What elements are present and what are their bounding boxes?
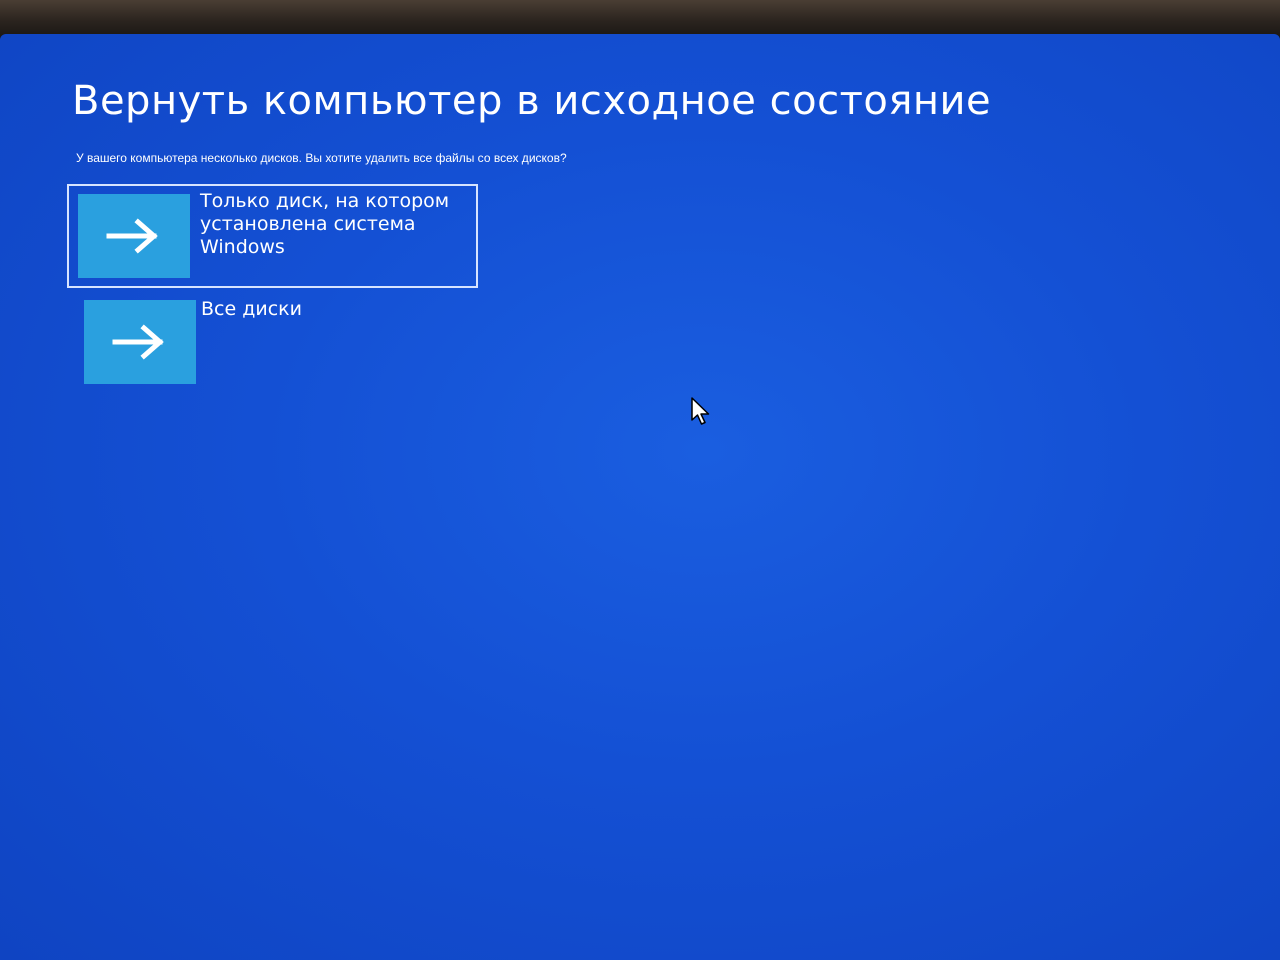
option-tile[interactable] [78,194,190,278]
option-windows-drive-only[interactable]: Только диск, на котором установлена сист… [67,184,478,288]
page-title: Вернуть компьютер в исходное состояние [72,78,992,124]
option-tile[interactable] [84,300,196,384]
page-subtitle: У вашего компьютера несколько дисков. Вы… [76,151,567,165]
option-all-drives[interactable]: Все диски [80,298,480,386]
arrow-right-icon [106,218,158,254]
monitor-bezel [0,0,1280,38]
reset-pc-screen: Вернуть компьютер в исходное состояние У… [0,34,1280,960]
arrow-right-icon [112,324,164,360]
option-label: Все диски [201,298,302,320]
mouse-pointer-icon [691,397,710,425]
option-label: Только диск, на котором установлена сист… [200,190,450,258]
